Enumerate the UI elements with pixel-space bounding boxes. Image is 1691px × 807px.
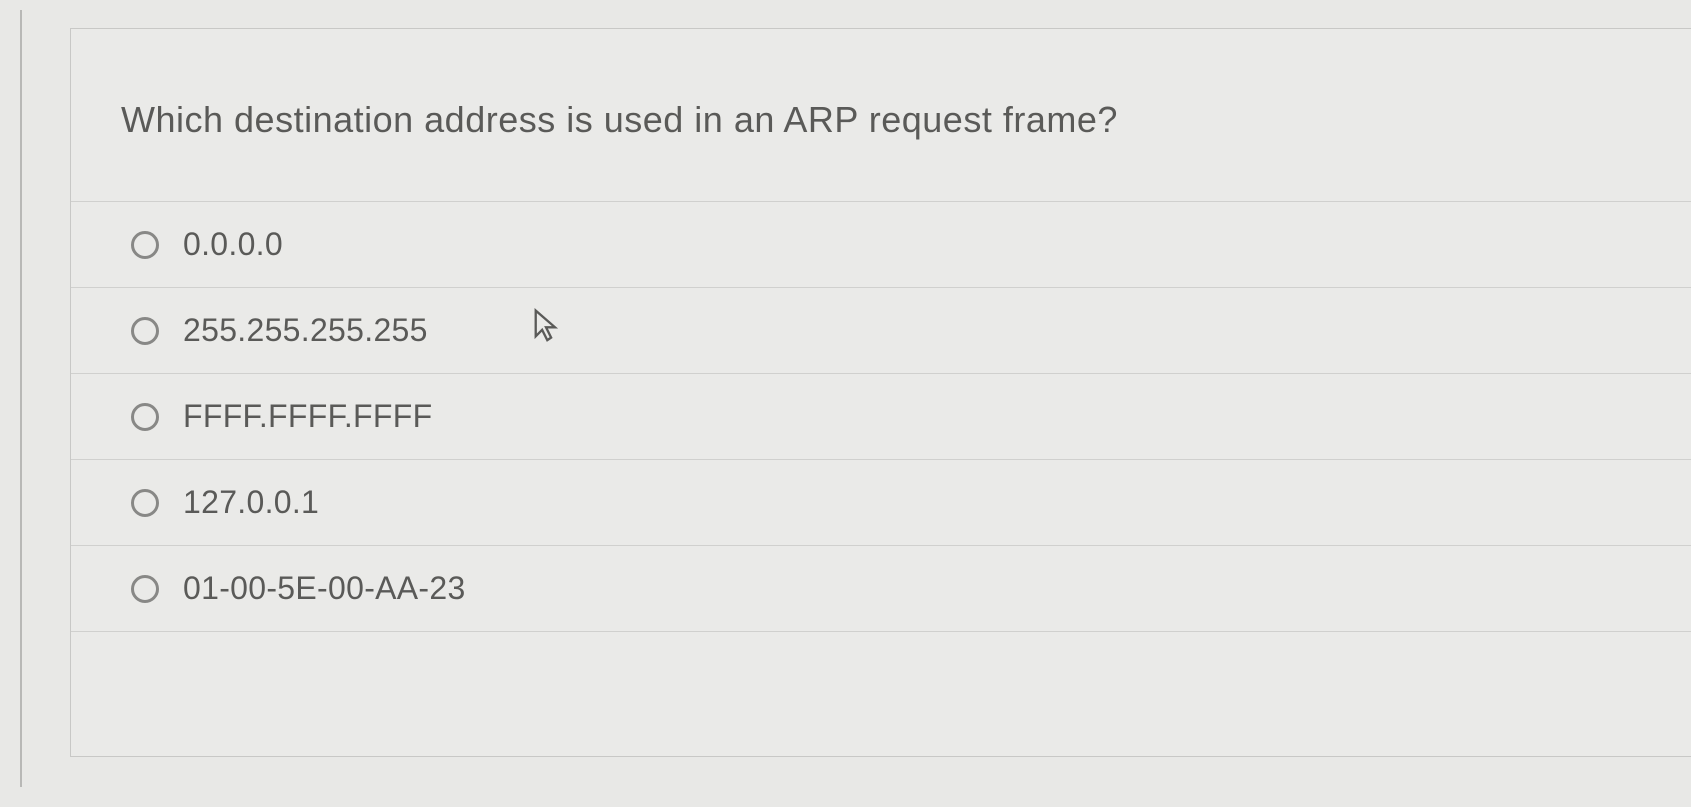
options-list: 0.0.0.0 255.255.255.255 FFFF.FFFF.FFFF 1… <box>71 201 1691 632</box>
radio-icon[interactable] <box>131 575 159 603</box>
radio-icon[interactable] <box>131 317 159 345</box>
radio-icon[interactable] <box>131 489 159 517</box>
option-row-3[interactable]: 127.0.0.1 <box>71 459 1691 545</box>
option-label: FFFF.FFFF.FFFF <box>183 398 432 435</box>
question-panel: Which destination address is used in an … <box>70 28 1691 757</box>
question-area: Which destination address is used in an … <box>71 29 1691 201</box>
radio-icon[interactable] <box>131 403 159 431</box>
outer-frame: Which destination address is used in an … <box>20 10 1691 787</box>
option-row-2[interactable]: FFFF.FFFF.FFFF <box>71 373 1691 459</box>
option-label: 01-00-5E-00-AA-23 <box>183 570 466 607</box>
option-label: 127.0.0.1 <box>183 484 319 521</box>
option-row-0[interactable]: 0.0.0.0 <box>71 201 1691 287</box>
option-label: 0.0.0.0 <box>183 226 283 263</box>
option-row-1[interactable]: 255.255.255.255 <box>71 287 1691 373</box>
question-text: Which destination address is used in an … <box>121 99 1651 141</box>
radio-icon[interactable] <box>131 231 159 259</box>
cursor-icon <box>531 308 561 344</box>
option-label: 255.255.255.255 <box>183 312 428 349</box>
option-row-4[interactable]: 01-00-5E-00-AA-23 <box>71 545 1691 632</box>
